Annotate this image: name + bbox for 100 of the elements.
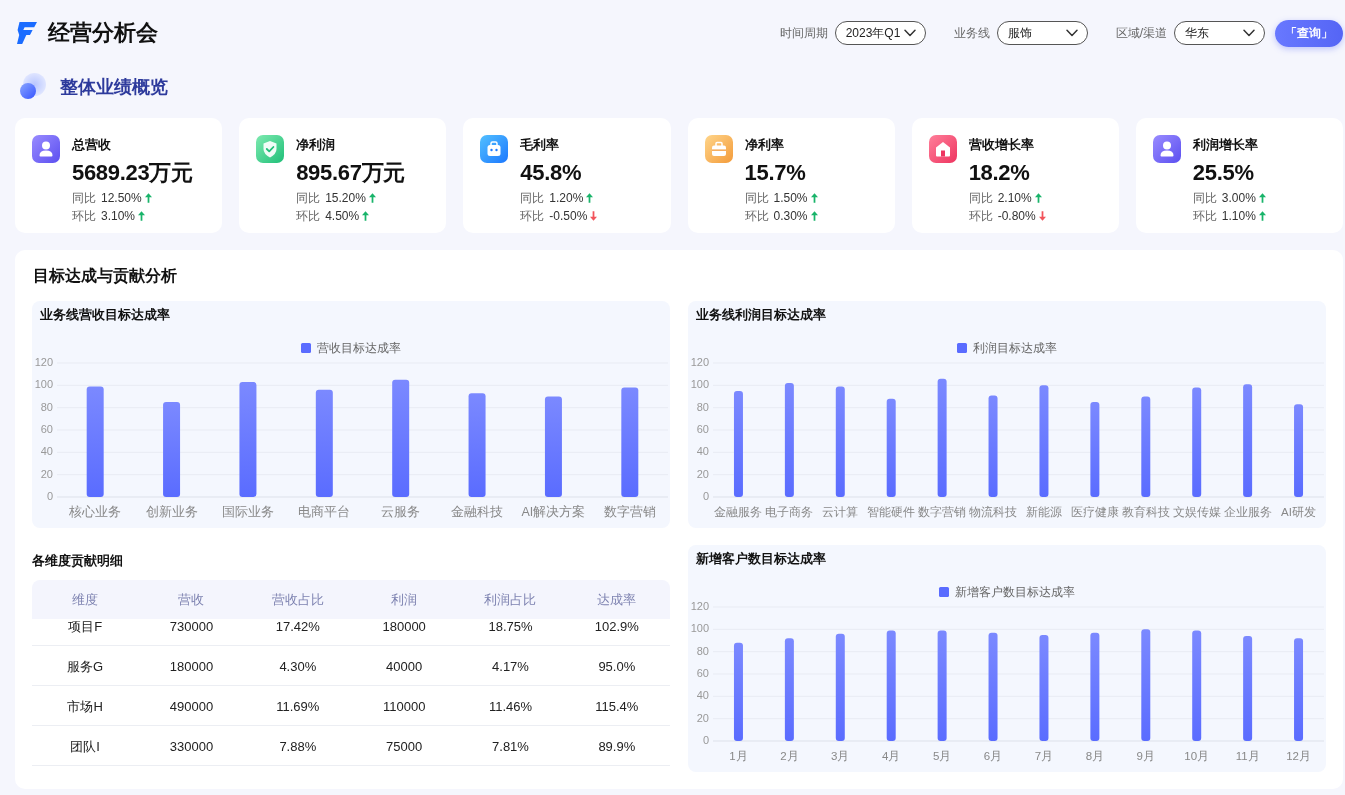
page-title: 经营分析会: [48, 19, 158, 47]
comparison-label: 环比: [968, 207, 993, 225]
circle-icon: [18, 73, 46, 101]
chart-title: 新增客户数目标达成率: [695, 550, 827, 568]
comparison-label: 同比: [520, 189, 545, 207]
store-icon: [928, 135, 957, 163]
comparison-label: 同比: [968, 189, 993, 207]
x-axis-label: 新能源: [1025, 506, 1062, 519]
x-axis-label: 金融服务: [714, 506, 763, 519]
chevron-down-icon: [903, 29, 916, 37]
x-axis-label: 云服务: [381, 505, 421, 520]
comparison-label: 同比: [1192, 189, 1217, 207]
kpi-value: 45.8%: [520, 159, 583, 187]
table-cell: 7.88%: [279, 738, 317, 754]
y-axis-label: 80: [696, 644, 709, 657]
comparison-value: 12.50%: [101, 191, 142, 205]
table-cell: 730000: [169, 619, 214, 634]
filter-label: 时间周期: [779, 24, 828, 42]
x-axis-label: 7月: [1034, 750, 1054, 763]
y-axis-label: 80: [696, 400, 709, 413]
table-cell: 团队I: [70, 738, 100, 754]
kpi-label: 总营收: [72, 136, 112, 154]
table-cell: 4.30%: [279, 658, 317, 674]
filter-select[interactable]: 2023年Q1: [834, 21, 926, 45]
kpi-label: 利润增长率: [1192, 136, 1259, 154]
x-axis-label: 4月: [882, 750, 901, 763]
x-axis-label: 数字营销: [918, 506, 967, 519]
kpi-value: 15.7%: [744, 159, 807, 187]
column-header: 利润占比: [483, 591, 538, 608]
table-cell: 180000: [169, 658, 214, 674]
x-axis-label: 核心业务: [69, 505, 122, 520]
x-axis-label: 金融科技: [451, 505, 504, 520]
table-cell: 40000: [386, 658, 423, 674]
column-header: 营收占比: [270, 591, 325, 608]
x-axis-label: 电商平台: [298, 505, 351, 520]
filter-select[interactable]: 华东: [1174, 21, 1265, 45]
x-axis-label: 医疗健康: [1070, 506, 1119, 519]
table-cell: 11.46%: [488, 698, 533, 714]
x-axis-label: 文娱传媒: [1172, 506, 1221, 519]
table-cell: 7.81%: [492, 738, 529, 754]
y-axis-label: 60: [696, 666, 709, 679]
table-cell: 项目F: [68, 619, 103, 634]
comparison-label: 同比: [72, 189, 96, 207]
x-axis-label: 12月: [1286, 750, 1311, 763]
comparison-label: 同比: [296, 189, 321, 207]
x-axis-label: 智能硬件: [867, 506, 916, 519]
kpi-label: 净利润: [296, 136, 337, 154]
query-button[interactable]: 「查询」: [1275, 19, 1343, 47]
comparison-value: 0.30%: [773, 209, 808, 223]
table-cell: 4.17%: [492, 658, 529, 674]
kpi-value: 895.67万元: [296, 159, 406, 187]
y-axis-label: 20: [696, 711, 709, 724]
x-axis-label: AI解决方案: [521, 505, 586, 520]
table-cell: 服务G: [67, 658, 104, 674]
x-axis-label: 8月: [1085, 750, 1105, 763]
y-axis-label: 100: [34, 378, 53, 391]
legend-label[interactable]: 营收目标达成率: [317, 340, 401, 355]
comparison-value: 1.10%: [1221, 209, 1256, 223]
section-title: 整体业绩概览: [60, 76, 168, 99]
x-axis-label: 6月: [983, 750, 1003, 763]
comparison-value: 3.00%: [1221, 191, 1256, 205]
column-header: 营收: [177, 591, 206, 608]
table-cell: 89.9%: [598, 738, 636, 754]
comparison-value: 4.50%: [325, 209, 360, 223]
chart-title: 业务线利润目标达成率: [695, 306, 827, 324]
comparison-value: -0.50%: [549, 209, 588, 223]
logo-icon: [17, 22, 37, 44]
y-axis-label: 40: [696, 445, 709, 458]
y-axis-label: 20: [696, 467, 709, 480]
filter-label: 区域/渠道: [1115, 24, 1167, 42]
table-cell: 75000: [386, 738, 423, 754]
table-cell: 17.42%: [275, 619, 320, 634]
y-axis-label: 60: [40, 422, 53, 435]
legend-label[interactable]: 新增客户数目标达成率: [955, 584, 1075, 599]
column-header: 达成率: [596, 591, 638, 608]
legend-label[interactable]: 利润目标达成率: [973, 340, 1057, 355]
comparison-label: 环比: [296, 207, 321, 225]
x-axis-label: 电子商务: [765, 506, 814, 519]
x-axis-label: 11月: [1235, 750, 1260, 763]
x-axis-label: 3月: [831, 750, 850, 763]
bag-icon: [480, 135, 509, 163]
y-axis-label: 80: [40, 400, 53, 413]
comparison-label: 环比: [1192, 207, 1217, 225]
y-axis-label: 120: [690, 355, 709, 368]
y-axis-label: 120: [690, 599, 709, 612]
x-axis-label: 2月: [780, 750, 799, 763]
table-cell: 330000: [169, 738, 214, 754]
chevron-down-icon: [1065, 29, 1078, 37]
comparison-label: 环比: [72, 207, 96, 225]
table-cell: 115.4%: [595, 698, 639, 714]
y-axis-label: 20: [40, 467, 53, 480]
comparison-value: 1.20%: [549, 191, 584, 205]
y-axis-label: 100: [690, 622, 709, 635]
comparison-value: 1.50%: [773, 191, 808, 205]
table-cell: 102.9%: [594, 619, 639, 634]
filter-select[interactable]: 服饰: [996, 21, 1088, 45]
user-icon: [1152, 135, 1181, 163]
kpi-label: 净利率: [744, 136, 785, 154]
kpi-value: 5689.23万元: [72, 159, 193, 187]
comparison-label: 同比: [744, 189, 769, 207]
